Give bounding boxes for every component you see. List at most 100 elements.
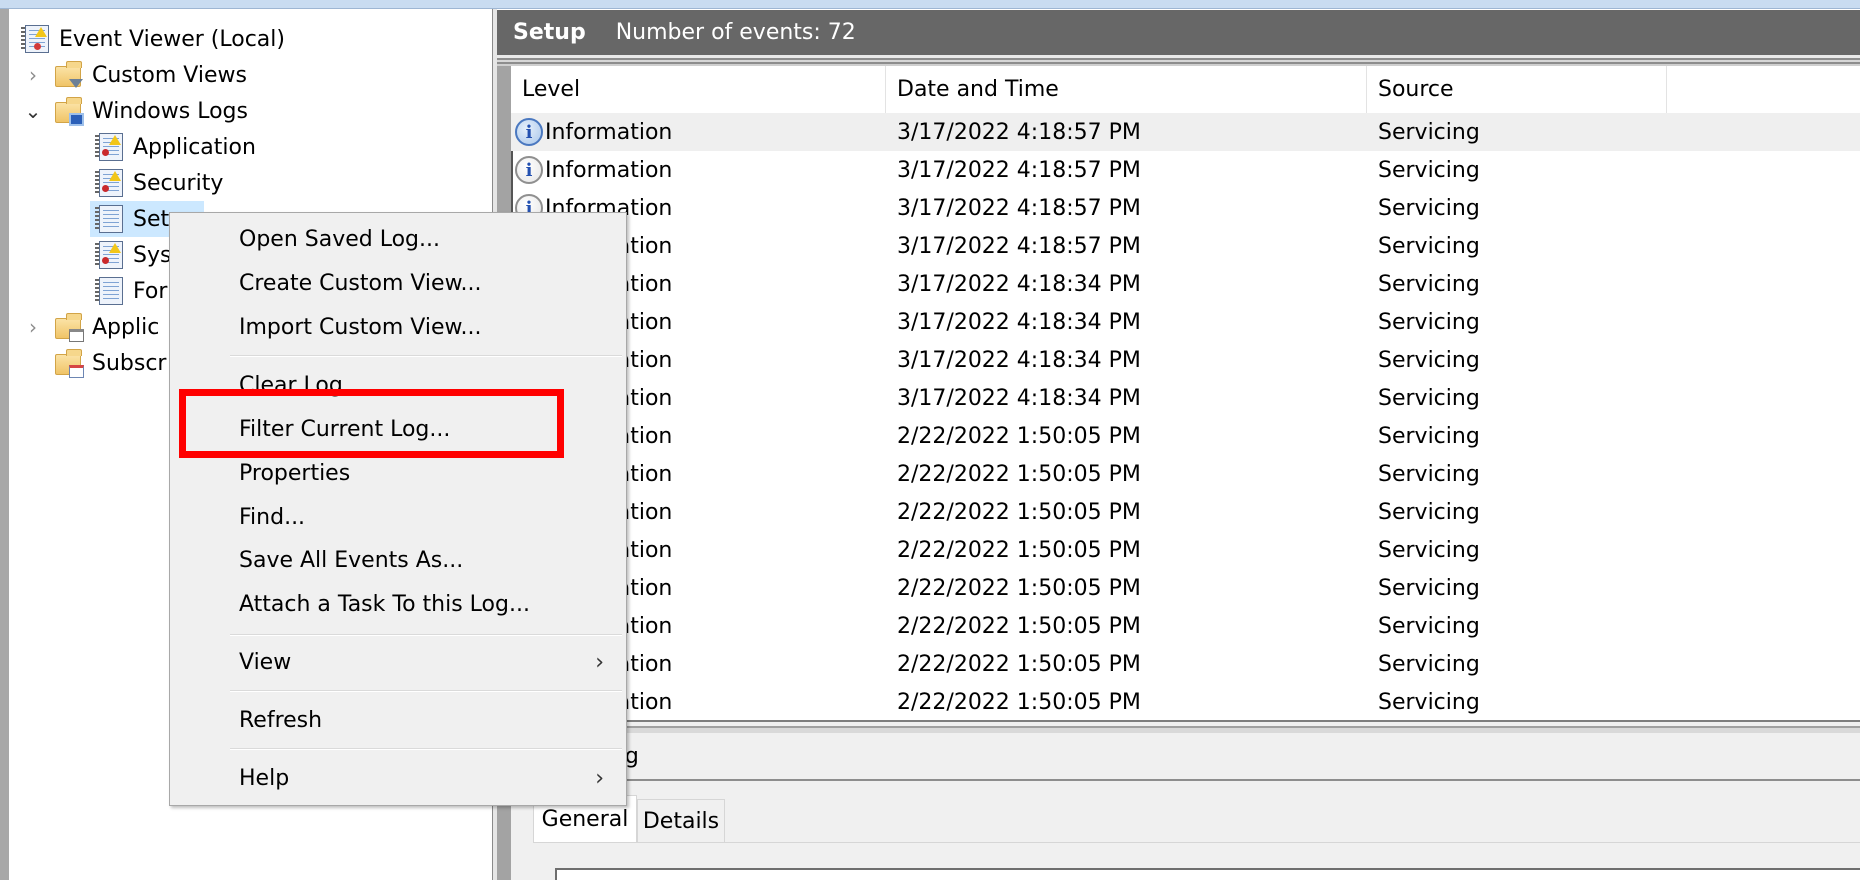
tree-item-label: For bbox=[133, 278, 168, 304]
menu-item-label: Help bbox=[239, 765, 290, 791]
cell-source: Servicing bbox=[1378, 119, 1480, 145]
menu-item-import-custom-view[interactable]: Import Custom View... bbox=[170, 307, 626, 347]
menu-item-label: Refresh bbox=[239, 707, 323, 733]
menu-item-refresh[interactable]: Refresh bbox=[170, 700, 626, 740]
table-row[interactable]: iInformation2/22/2022 1:50:05 PMServicin… bbox=[511, 417, 1860, 455]
cell-source: Servicing bbox=[1378, 157, 1480, 183]
events-table: Level Date and Time Source i Information 3… bbox=[497, 66, 1860, 722]
cell-source: Servicing bbox=[1378, 347, 1480, 373]
cell-source: Servicing bbox=[1378, 651, 1480, 677]
tree-item-applications-and-services-logs[interactable]: › Applic bbox=[22, 309, 159, 345]
chevron-right-icon[interactable]: › bbox=[22, 315, 44, 339]
general-tab-content bbox=[533, 842, 1860, 880]
cell-date-and-time: 3/17/2022 4:18:34 PM bbox=[897, 385, 1141, 411]
tree-item-label: Application bbox=[133, 134, 256, 160]
tree-item-custom-views[interactable]: › Custom Views bbox=[22, 57, 247, 93]
menu-item-label: Create Custom View... bbox=[239, 270, 482, 296]
information-icon: i bbox=[515, 118, 543, 146]
menu-item-clear-log[interactable]: Clear Log... bbox=[170, 365, 626, 405]
table-row[interactable]: iInformation2/22/2022 1:50:05 PMServicin… bbox=[511, 607, 1860, 645]
cell-date-and-time: 2/22/2022 1:50:05 PM bbox=[897, 461, 1141, 487]
menu-item-label: Open Saved Log... bbox=[239, 226, 440, 252]
table-row[interactable]: iInformation3/17/2022 4:18:34 PMServicin… bbox=[511, 341, 1860, 379]
table-row[interactable]: iInformation2/22/2022 1:50:05 PMServicin… bbox=[511, 683, 1860, 721]
table-row[interactable]: iInformation2/22/2022 1:50:05 PMServicin… bbox=[511, 569, 1860, 607]
menu-separator bbox=[230, 634, 622, 636]
cell-source: Servicing bbox=[1378, 689, 1480, 715]
tree-item-label: Security bbox=[133, 170, 224, 196]
column-header-date-and-time[interactable]: Date and Time bbox=[886, 66, 1367, 113]
cell-date-and-time: 3/17/2022 4:18:57 PM bbox=[897, 119, 1141, 145]
menu-item-open-saved-log[interactable]: Open Saved Log... bbox=[170, 219, 626, 259]
cell-source: Servicing bbox=[1378, 499, 1480, 525]
menu-item-filter-current-log[interactable]: Filter Current Log... bbox=[170, 409, 626, 449]
context-menu: Open Saved Log... Create Custom View... Im… bbox=[169, 212, 627, 806]
tree-item-event-viewer-local[interactable]: Event Viewer (Local) bbox=[21, 21, 285, 57]
tree-item-label: Sys bbox=[133, 242, 172, 268]
chevron-right-icon[interactable]: › bbox=[22, 63, 44, 87]
tree-item-label: Windows Logs bbox=[92, 98, 248, 124]
log-icon bbox=[95, 204, 125, 234]
log-title: Setup bbox=[513, 20, 586, 45]
cell-source: Servicing bbox=[1378, 385, 1480, 411]
custom-views-folder-icon bbox=[54, 60, 84, 90]
cell-date-and-time: 3/17/2022 4:18:34 PM bbox=[897, 271, 1141, 297]
table-row[interactable]: iInformation3/17/2022 4:18:57 PMServicin… bbox=[511, 151, 1860, 189]
cell-date-and-time: 2/22/2022 1:50:05 PM bbox=[897, 537, 1141, 563]
cell-date-and-time: 2/22/2022 1:50:05 PM bbox=[897, 575, 1141, 601]
menu-item-create-custom-view[interactable]: Create Custom View... bbox=[170, 263, 626, 303]
column-header-level[interactable]: Level bbox=[511, 66, 886, 113]
event-viewer-icon bbox=[21, 24, 51, 54]
tree-item-subscriptions[interactable]: Subscr bbox=[54, 345, 166, 381]
subscriptions-folder-icon bbox=[54, 348, 84, 378]
submenu-arrow-icon: › bbox=[595, 649, 604, 675]
cell-date-and-time: 3/17/2022 4:18:34 PM bbox=[897, 347, 1141, 373]
cell-source: Servicing bbox=[1378, 423, 1480, 449]
table-row[interactable]: iInformation3/17/2022 4:18:34 PMServicin… bbox=[511, 265, 1860, 303]
event-description-box bbox=[555, 868, 1860, 880]
menu-item-find[interactable]: Find... bbox=[170, 497, 626, 537]
menu-item-help[interactable]: Help › bbox=[170, 758, 626, 798]
cell-date-and-time: 2/22/2022 1:50:05 PM bbox=[897, 651, 1141, 677]
event-detail-header: ervicing bbox=[497, 733, 1860, 781]
tree-item-forwarded-events[interactable]: For bbox=[95, 273, 167, 309]
cell-source: Servicing bbox=[1378, 309, 1480, 335]
tab-details[interactable]: Details bbox=[637, 799, 725, 843]
submenu-arrow-icon: › bbox=[595, 765, 604, 791]
cell-date-and-time: 2/22/2022 1:50:05 PM bbox=[897, 689, 1141, 715]
menu-separator bbox=[230, 355, 622, 357]
menu-item-view[interactable]: View › bbox=[170, 642, 626, 682]
cell-date-and-time: 2/22/2022 1:50:05 PM bbox=[897, 613, 1141, 639]
menu-item-attach-a-task-to-this-log[interactable]: Attach a Task To this Log... bbox=[170, 584, 626, 624]
tree-item-security[interactable]: Security bbox=[95, 165, 229, 201]
menu-item-label: Attach a Task To this Log... bbox=[239, 591, 530, 617]
table-row[interactable]: iInformation2/22/2022 1:50:05 PMServicin… bbox=[511, 531, 1860, 569]
menu-separator bbox=[230, 748, 622, 750]
menu-item-label: Find... bbox=[239, 504, 306, 530]
menu-item-label: Save All Events As... bbox=[239, 547, 464, 573]
tree-item-label: Applic bbox=[92, 314, 160, 340]
table-header: Level Date and Time Source bbox=[511, 66, 1860, 113]
menu-item-label: Import Custom View... bbox=[239, 314, 482, 340]
table-row[interactable]: iInformation3/17/2022 4:18:34 PMServicin… bbox=[511, 303, 1860, 341]
menu-item-save-all-events-as[interactable]: Save All Events As... bbox=[170, 540, 626, 580]
tree-item-windows-logs[interactable]: ⌄ Windows Logs bbox=[22, 93, 248, 129]
table-row[interactable]: iInformation3/17/2022 4:18:57 PMServicin… bbox=[511, 227, 1860, 265]
cell-source: Servicing bbox=[1378, 461, 1480, 487]
cell-date-and-time: 3/17/2022 4:18:34 PM bbox=[897, 309, 1141, 335]
table-row[interactable]: iInformation3/17/2022 4:18:57 PMServicin… bbox=[511, 189, 1860, 227]
table-row[interactable]: iInformation2/22/2022 1:50:05 PMServicin… bbox=[511, 455, 1860, 493]
menu-item-properties[interactable]: Properties bbox=[170, 453, 626, 493]
table-row[interactable]: iInformation2/22/2022 1:50:05 PMServicin… bbox=[511, 645, 1860, 683]
table-row[interactable]: iInformation2/22/2022 1:50:05 PMServicin… bbox=[511, 493, 1860, 531]
event-count: Number of events: 72 bbox=[615, 20, 856, 45]
window-left-frame bbox=[0, 9, 9, 880]
tree-item-application[interactable]: Application bbox=[95, 129, 262, 165]
log-warning-icon bbox=[95, 132, 125, 162]
column-header-source[interactable]: Source bbox=[1367, 66, 1667, 113]
chevron-down-icon[interactable]: ⌄ bbox=[22, 99, 44, 123]
log-warning-icon bbox=[95, 240, 125, 270]
tree-item-system[interactable]: Sys bbox=[95, 237, 171, 273]
table-row[interactable]: iInformation3/17/2022 4:18:57 PMServicin… bbox=[511, 113, 1860, 151]
table-row[interactable]: iInformation3/17/2022 4:18:34 PMServicin… bbox=[511, 379, 1860, 417]
